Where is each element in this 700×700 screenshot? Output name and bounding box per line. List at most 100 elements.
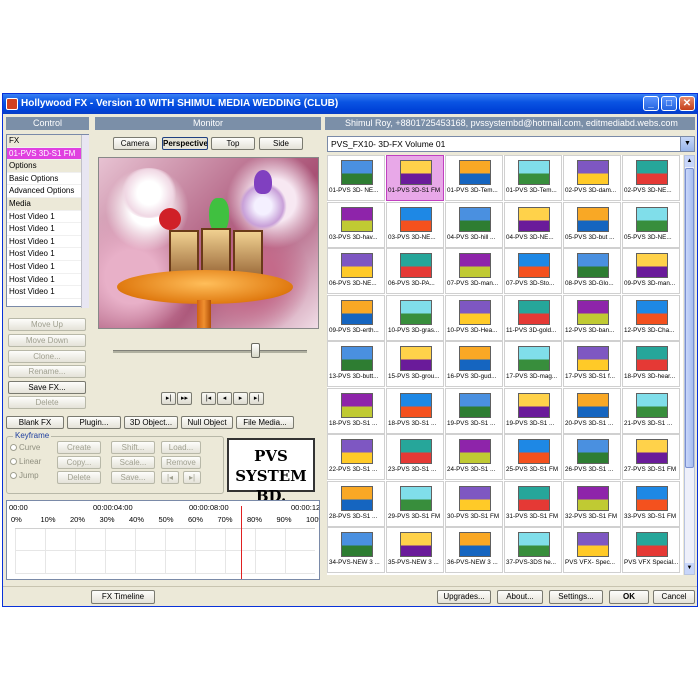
fx-thumbnail-item[interactable]: 09-PVS 3D-man...	[622, 248, 680, 294]
fx-thumbnail-item[interactable]: 03-PVS 3D-hav...	[327, 201, 385, 248]
fx-thumbnail-item[interactable]: 06-PVS 3D-NE...	[327, 248, 385, 294]
step-forward-icon[interactable]: ▸▸	[177, 392, 192, 405]
save-keyframe-button[interactable]: Save...	[111, 471, 155, 484]
scroll-up-icon[interactable]: ▲	[685, 156, 694, 167]
fx-thumbnail-item[interactable]: 19-PVS 3D-S1 ...	[504, 387, 562, 434]
top-view-button[interactable]: Top	[211, 137, 255, 150]
about-button[interactable]: About...	[497, 590, 543, 604]
control-tree-item[interactable]: Media	[7, 197, 88, 211]
jump-radio[interactable]: Jump	[10, 471, 39, 480]
upgrades-button[interactable]: Upgrades...	[437, 590, 491, 604]
prev-keyframe-icon[interactable]: |◂	[161, 471, 179, 484]
close-button[interactable]: ✕	[679, 96, 695, 111]
side-view-button[interactable]: Side	[259, 137, 303, 150]
fx-thumbnail-item[interactable]: 13-PVS 3D-butt...	[327, 341, 385, 387]
blank-fx-button[interactable]: Blank FX	[6, 416, 64, 429]
cancel-button[interactable]: Cancel	[653, 590, 695, 604]
fx-thumbnail-item[interactable]: 17-PVS 3D-mag...	[504, 341, 562, 387]
file-media-button[interactable]: File Media...	[236, 416, 294, 429]
minimize-button[interactable]: _	[643, 96, 659, 111]
fx-thumbnail-item[interactable]: 18-PVS 3D-hear...	[622, 341, 680, 387]
fx-grid-scrollbar[interactable]: ▲ ▼	[684, 155, 695, 575]
settings-button[interactable]: Settings...	[549, 590, 603, 604]
fx-thumbnail-item[interactable]: 37-PVS-3DS he...	[504, 527, 562, 573]
next-keyframe-icon[interactable]: ▸|	[183, 471, 201, 484]
rename-button[interactable]: Rename...	[8, 365, 86, 378]
step-back-icon[interactable]: ▸|	[161, 392, 176, 405]
copy-keyframe-button[interactable]: Copy...	[57, 456, 101, 469]
fx-thumbnail-item[interactable]: 23-PVS 3D-S1 ...	[386, 434, 444, 480]
fx-thumbnail-item[interactable]: PVS VFX- Spec...	[563, 527, 621, 573]
go-start-icon[interactable]: |◂	[201, 392, 216, 405]
fx-grid-scroll-thumb[interactable]	[685, 168, 694, 468]
control-tree-scrollbar[interactable]	[81, 135, 89, 308]
control-tree-item[interactable]: Options	[7, 160, 88, 173]
fx-thumbnail-item[interactable]: 01-PVS 3D- NE...	[327, 155, 385, 201]
shift-keyframe-button[interactable]: Shift...	[111, 441, 155, 454]
fx-thumbnail-item[interactable]: 27-PVS 3D-S1 FM	[622, 434, 680, 480]
fx-thumbnail-item[interactable]: 10-PVS 3D-gras...	[386, 294, 444, 341]
fx-volume-select[interactable]: PVS_FX10- 3D-FX Volume 01 ▼	[327, 136, 695, 152]
control-tree-item[interactable]: 01-PVS 3D-S1 FM	[7, 147, 88, 161]
fx-thumbnail-item[interactable]: 04-PVS 3D-NE...	[504, 201, 562, 248]
scale-keyframe-button[interactable]: Scale...	[111, 456, 155, 469]
fx-thumbnail-item[interactable]: 15-PVS 3D-grou...	[386, 341, 444, 387]
timeline-cursor[interactable]	[241, 506, 242, 579]
3d-object-button[interactable]: 3D Object...	[124, 416, 178, 429]
control-tree-item[interactable]: Host Video 1	[7, 248, 88, 261]
fx-thumbnail-item[interactable]: PVS VFX Special...	[622, 527, 680, 573]
linear-radio[interactable]: Linear	[10, 457, 41, 466]
fx-thumbnail-item[interactable]: 36-PVS-NEW 3 ...	[445, 527, 503, 573]
control-tree-item[interactable]: Host Video 1	[7, 223, 88, 236]
control-tree-item[interactable]: Basic Options	[7, 173, 88, 186]
control-tree-item[interactable]: Host Video 1	[7, 274, 88, 287]
fx-thumbnail-item[interactable]: 28-PVS 3D-S1 ...	[327, 480, 385, 527]
scroll-down-icon[interactable]: ▼	[685, 563, 694, 574]
fx-thumbnail-item[interactable]: 26-PVS 3D-S1 ...	[563, 434, 621, 480]
fx-thumbnail-item[interactable]: 02-PVS 3D-NE...	[622, 155, 680, 201]
fx-thumbnail-item[interactable]: 35-PVS-NEW 3 ...	[386, 527, 444, 573]
move-up-button[interactable]: Move Up	[8, 318, 86, 331]
fx-timeline-button[interactable]: FX Timeline	[91, 590, 155, 604]
fx-thumbnail-item[interactable]: 25-PVS 3D-S1 FM	[504, 434, 562, 480]
fx-thumbnail-item[interactable]: 06-PVS 3D-PA...	[386, 248, 444, 294]
fx-thumbnail-item[interactable]: 01-PVS 3D-Tem...	[445, 155, 503, 201]
fx-thumbnail-item[interactable]: 09-PVS 3D-erth...	[327, 294, 385, 341]
monitor-slider-thumb[interactable]	[251, 343, 260, 358]
move-down-button[interactable]: Move Down	[8, 334, 86, 347]
plugin-button[interactable]: Plugin...	[67, 416, 121, 429]
control-tree[interactable]: FX 01-PVS 3D-S1 FM Options Basic Options Adv…	[6, 134, 89, 307]
camera-view-button[interactable]: Camera	[113, 137, 157, 150]
control-tree-item[interactable]: Host Video 1	[7, 236, 88, 249]
fx-thumbnail-item[interactable]: 12-PVS 3D-Cha...	[622, 294, 680, 341]
fx-thumbnail-item[interactable]: 04-PVS 3D-hill ...	[445, 201, 503, 248]
fx-thumbnail-item[interactable]: 03-PVS 3D-NE...	[386, 201, 444, 248]
delete-button[interactable]: Delete	[8, 396, 86, 409]
fx-thumbnail-item[interactable]: 10-PVS 3D-Hea...	[445, 294, 503, 341]
fx-thumbnail-item[interactable]: 16-PVS 3D-gud...	[445, 341, 503, 387]
fx-thumbnail-item[interactable]: 12-PVS 3D-ban...	[563, 294, 621, 341]
go-end-icon[interactable]: ▸|	[249, 392, 264, 405]
control-tree-item[interactable]: Host Video 1	[7, 211, 88, 224]
keyframe-timeline[interactable]: 00:00 00:00:04:00 00:00:08:00 00:00:12 0…	[6, 500, 320, 580]
clone-button[interactable]: Clone...	[8, 350, 86, 363]
control-tree-item[interactable]: Advanced Options	[7, 185, 88, 198]
fx-thumbnail-item[interactable]: 18-PVS 3D-S1 ...	[327, 387, 385, 434]
fx-thumbnail-item[interactable]: 32-PVS 3D-S1 FM	[563, 480, 621, 527]
chevron-down-icon[interactable]: ▼	[680, 137, 694, 151]
fx-thumbnail-item[interactable]: 08-PVS 3D-Glo...	[563, 248, 621, 294]
fx-thumbnail-item[interactable]: 07-PVS 3D-man...	[445, 248, 503, 294]
fx-thumbnail-item[interactable]: 34-PVS-NEW 3 ...	[327, 527, 385, 573]
null-object-button[interactable]: Null Object	[181, 416, 233, 429]
fx-thumbnail-item[interactable]: 31-PVS 3D-S1 FM	[504, 480, 562, 527]
fx-thumbnail-item[interactable]: 01-PVS 3D-S1 FM	[386, 155, 444, 201]
fx-thumbnail-item[interactable]: 17-PVS 3D-S1 f...	[563, 341, 621, 387]
perspective-view-button[interactable]: Perspective	[162, 137, 208, 150]
play-icon[interactable]: ▸	[233, 392, 248, 405]
fx-thumbnail-item[interactable]: 11-PVS 3D-gold...	[504, 294, 562, 341]
fx-thumbnail-item[interactable]: 22-PVS 3D-S1 ...	[327, 434, 385, 480]
curve-radio[interactable]: Curve	[10, 443, 40, 452]
fx-thumbnail-item[interactable]: 19-PVS 3D-S1 ...	[445, 387, 503, 434]
fx-thumbnail-item[interactable]: 21-PVS 3D-S1 ...	[622, 387, 680, 434]
ok-button[interactable]: OK	[609, 590, 649, 604]
